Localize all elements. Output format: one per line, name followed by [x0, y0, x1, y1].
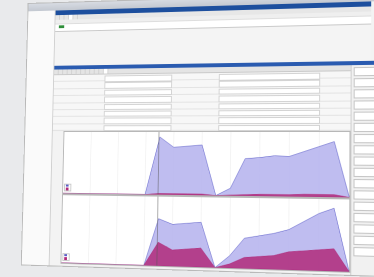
- side-button[interactable]: [354, 100, 374, 109]
- side-button[interactable]: [354, 168, 374, 177]
- side-button[interactable]: [354, 156, 374, 165]
- detail-tab[interactable]: [104, 69, 109, 74]
- legend-item: [64, 257, 68, 260]
- side-button[interactable]: [354, 123, 374, 132]
- chart-upper: [62, 131, 350, 198]
- legend-item: [66, 187, 70, 190]
- side-button[interactable]: [353, 179, 374, 189]
- chart-lower-svg: [61, 195, 349, 272]
- side-button[interactable]: [353, 247, 374, 257]
- side-button[interactable]: [354, 89, 374, 98]
- side-button[interactable]: [354, 67, 374, 76]
- grid-line: [89, 196, 90, 264]
- chart-upper-legend: [64, 183, 71, 191]
- sidebar: [22, 11, 56, 266]
- side-button[interactable]: [353, 236, 374, 246]
- app-screenshot: [21, 0, 374, 275]
- grid-line: [116, 196, 117, 265]
- empty-area: [54, 25, 371, 66]
- grid-line: [230, 132, 231, 196]
- side-button[interactable]: [354, 78, 374, 87]
- legend-swatch: [64, 257, 67, 259]
- chart-upper-svg: [63, 132, 349, 197]
- side-button[interactable]: [354, 134, 374, 143]
- chart-lower-legend: [62, 253, 69, 261]
- side-button[interactable]: [354, 145, 374, 154]
- side-button[interactable]: [353, 224, 374, 234]
- properties-panel: [53, 71, 351, 129]
- sidebar-item[interactable]: [24, 185, 51, 191]
- right-button-column: [350, 65, 374, 276]
- status-icon: [59, 25, 64, 28]
- grid-line: [90, 132, 91, 194]
- application-window: [21, 0, 374, 277]
- grid-line: [144, 196, 145, 265]
- series-area-0: [63, 137, 349, 198]
- chart-lower: [60, 194, 350, 273]
- side-button[interactable]: [353, 213, 374, 223]
- side-button[interactable]: [353, 190, 374, 200]
- side-button[interactable]: [354, 112, 374, 121]
- side-button[interactable]: [353, 202, 374, 212]
- grid-line: [145, 132, 146, 194]
- legend-swatch: [66, 188, 69, 190]
- grid-line: [117, 132, 118, 194]
